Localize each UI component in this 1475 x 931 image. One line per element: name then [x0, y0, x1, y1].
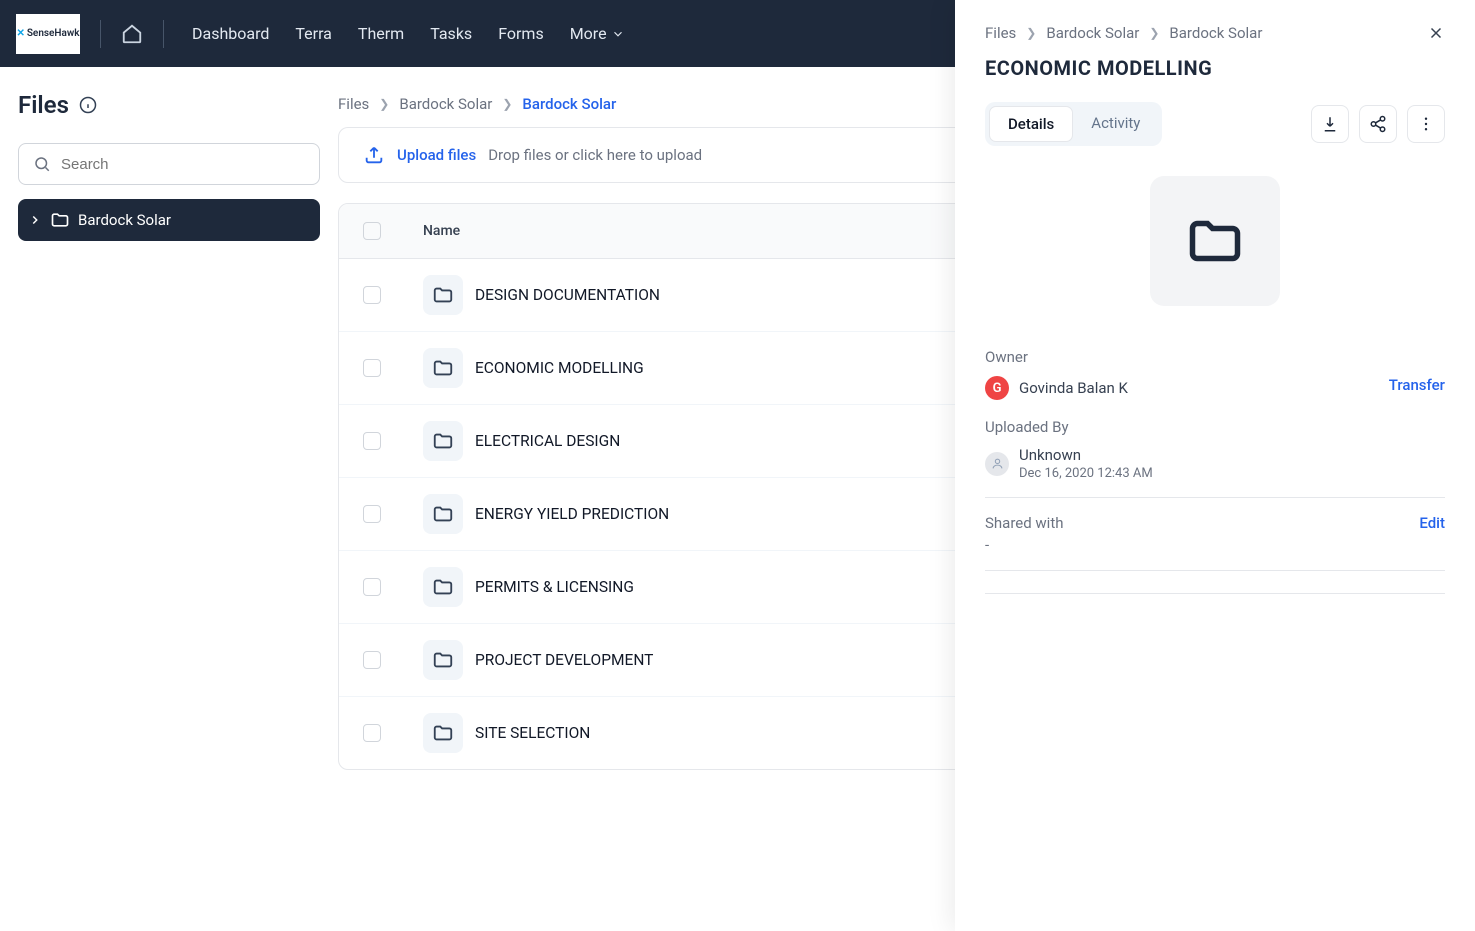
crumb-bardock-2[interactable]: Bardock Solar: [522, 95, 616, 113]
uploaded-date: Dec 16, 2020 12:43 AM: [1019, 466, 1153, 481]
info-icon[interactable]: [79, 96, 97, 114]
folder-icon: [423, 494, 463, 534]
uploader-avatar: [985, 452, 1009, 476]
share-button[interactable]: [1359, 105, 1397, 143]
select-all-checkbox[interactable]: [363, 222, 381, 240]
folder-icon: [423, 567, 463, 607]
divider: [100, 20, 101, 48]
file-name: ECONOMIC MODELLING: [475, 359, 644, 377]
brand-logo[interactable]: ✕SenseHawk: [16, 14, 80, 54]
search-box[interactable]: [18, 143, 320, 185]
details-panel: Files ❯ Bardock Solar ❯ Bardock Solar EC…: [955, 0, 1475, 931]
transfer-link[interactable]: Transfer: [1389, 376, 1445, 394]
nav-forms[interactable]: Forms: [498, 24, 544, 43]
tab-details[interactable]: Details: [989, 106, 1073, 142]
chevron-right-icon: ❯: [1026, 26, 1036, 40]
chevron-right-icon: ❯: [502, 97, 512, 111]
owner-name: Govinda Balan K: [1019, 379, 1128, 397]
file-name: PROJECT DEVELOPMENT: [475, 651, 653, 669]
dcrumb-files[interactable]: Files: [985, 24, 1016, 42]
file-name: PERMITS & LICENSING: [475, 578, 634, 596]
shared-with-label: Shared with: [985, 514, 1064, 532]
owner-avatar: G: [985, 376, 1009, 400]
search-input[interactable]: [61, 156, 305, 173]
nav-links: Dashboard Terra Therm Tasks Forms More: [192, 24, 625, 43]
folder-icon: [50, 210, 70, 230]
home-icon[interactable]: [121, 23, 143, 45]
more-button[interactable]: [1407, 105, 1445, 143]
download-icon: [1321, 115, 1339, 133]
tree-root-item[interactable]: Bardock Solar: [18, 199, 320, 241]
page-title: Files: [18, 91, 69, 119]
divider: [163, 20, 164, 48]
file-name: SITE SELECTION: [475, 724, 590, 742]
edit-shared-link[interactable]: Edit: [1419, 514, 1445, 532]
chevron-right-icon: [28, 213, 42, 227]
folder-preview-icon: [1150, 176, 1280, 306]
dcrumb-bardock-1[interactable]: Bardock Solar: [1046, 24, 1139, 42]
chevron-right-icon: ❯: [379, 97, 389, 111]
more-vertical-icon: [1417, 115, 1435, 133]
folder-icon: [423, 640, 463, 680]
details-breadcrumb: Files ❯ Bardock Solar ❯ Bardock Solar: [985, 24, 1445, 42]
row-checkbox[interactable]: [363, 359, 381, 377]
crumb-files[interactable]: Files: [338, 95, 369, 113]
shared-with-value: -: [985, 536, 1445, 554]
upload-link-text: Upload files: [397, 146, 476, 164]
file-name: ELECTRICAL DESIGN: [475, 432, 620, 450]
nav-dashboard[interactable]: Dashboard: [192, 24, 269, 43]
row-checkbox[interactable]: [363, 286, 381, 304]
details-title: ECONOMIC MODELLING: [985, 56, 1445, 80]
folder-icon: [423, 421, 463, 461]
tab-group: Details Activity: [985, 102, 1162, 146]
chevron-right-icon: ❯: [1149, 26, 1159, 40]
owner-label: Owner: [985, 348, 1389, 366]
folder-icon: [423, 348, 463, 388]
nav-terra[interactable]: Terra: [295, 24, 332, 43]
file-name: ENERGY YIELD PREDICTION: [475, 505, 669, 523]
row-checkbox[interactable]: [363, 651, 381, 669]
share-icon: [1369, 115, 1387, 133]
upload-icon: [363, 144, 385, 166]
nav-therm[interactable]: Therm: [358, 24, 404, 43]
chevron-down-icon: [611, 27, 625, 41]
tab-activity[interactable]: Activity: [1073, 106, 1158, 142]
folder-icon: [423, 713, 463, 753]
crumb-bardock-1[interactable]: Bardock Solar: [399, 95, 492, 113]
download-button[interactable]: [1311, 105, 1349, 143]
sidebar: Files Bardock Solar: [0, 67, 338, 931]
row-checkbox[interactable]: [363, 578, 381, 596]
file-name: DESIGN DOCUMENTATION: [475, 286, 660, 304]
row-checkbox[interactable]: [363, 432, 381, 450]
upload-hint: Drop files or click here to upload: [488, 146, 702, 164]
folder-icon: [423, 275, 463, 315]
uploader-name: Unknown: [1019, 446, 1153, 464]
row-checkbox[interactable]: [363, 724, 381, 742]
nav-tasks[interactable]: Tasks: [430, 24, 472, 43]
uploaded-by-label: Uploaded By: [985, 418, 1445, 436]
dcrumb-bardock-2[interactable]: Bardock Solar: [1169, 24, 1262, 42]
search-icon: [33, 155, 51, 173]
close-icon[interactable]: [1427, 24, 1445, 42]
nav-more[interactable]: More: [570, 24, 625, 43]
row-checkbox[interactable]: [363, 505, 381, 523]
divider: [985, 593, 1445, 594]
